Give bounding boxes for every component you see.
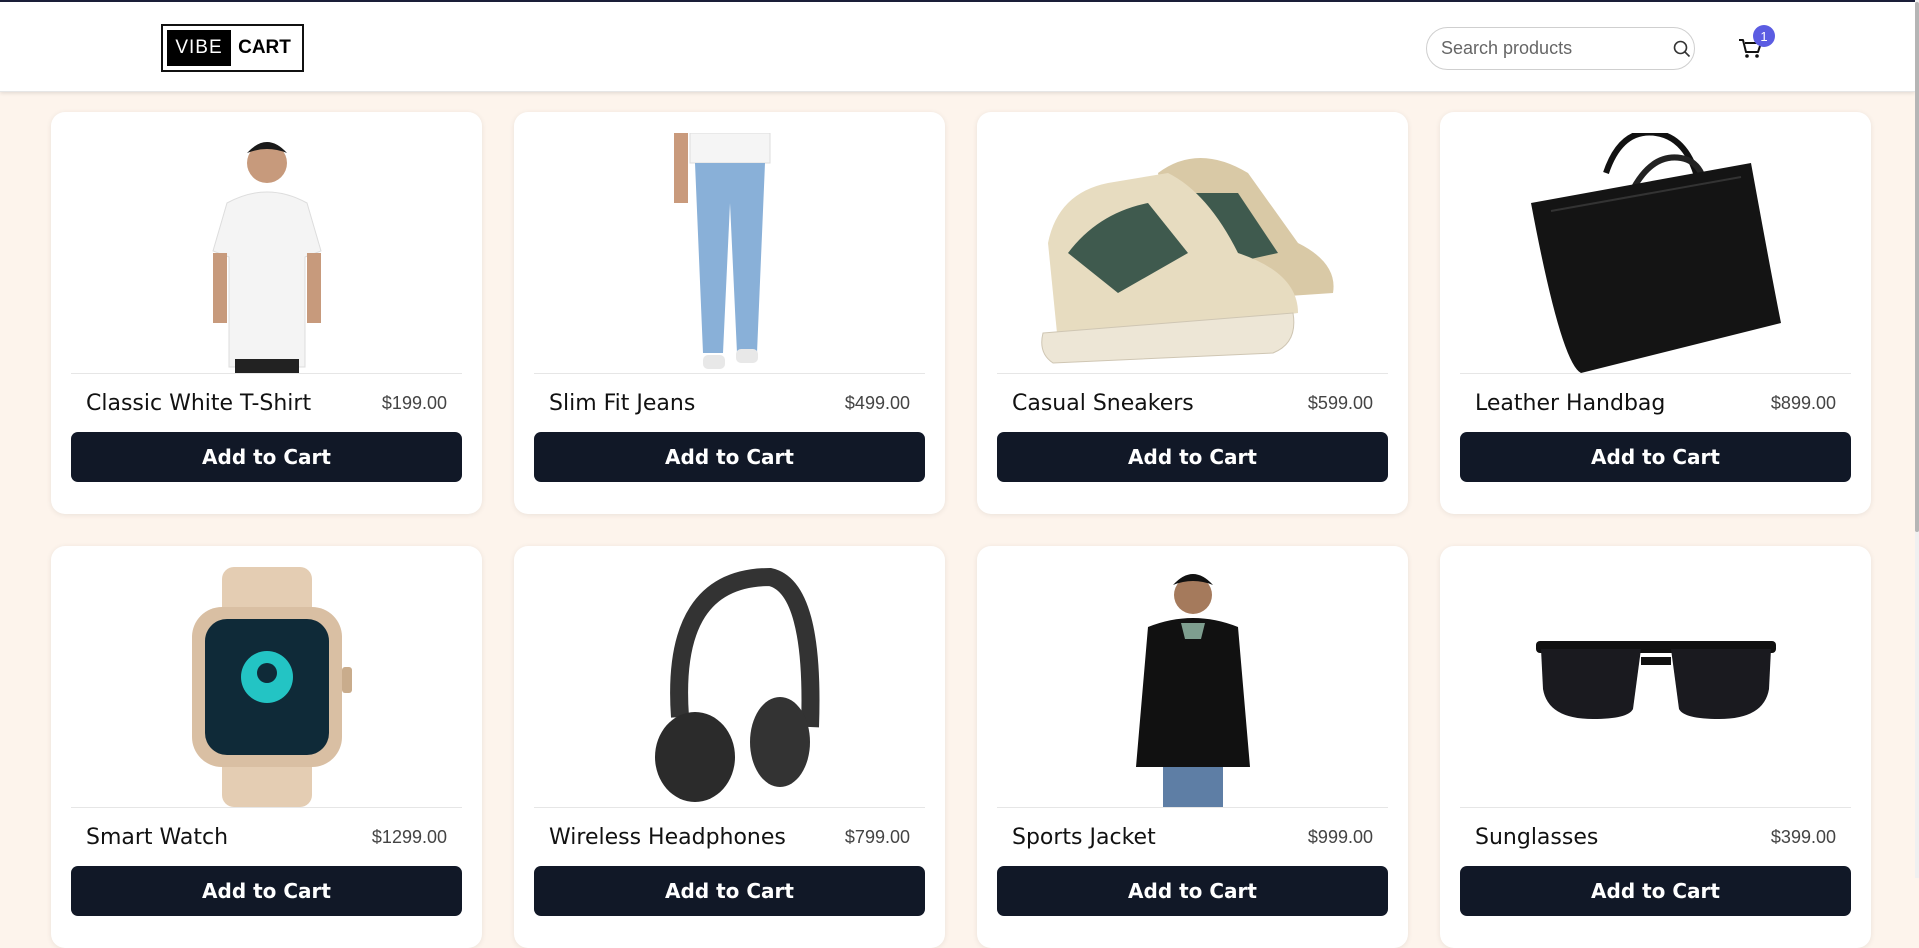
- product-card: Classic White T-Shirt $199.00 Add to Car…: [51, 112, 482, 514]
- product-card: Smart Watch $1299.00 Add to Cart: [51, 546, 482, 948]
- add-to-cart-button[interactable]: Add to Cart: [534, 866, 925, 916]
- product-name: Sunglasses: [1475, 824, 1599, 850]
- product-card: Sports Jacket $999.00 Add to Cart: [977, 546, 1408, 948]
- logo[interactable]: VIBE CART: [161, 24, 304, 72]
- product-image[interactable]: [534, 132, 925, 374]
- scrollbar-thumb[interactable]: [1915, 2, 1919, 532]
- product-card: Sunglasses $399.00 Add to Cart: [1440, 546, 1871, 948]
- product-image[interactable]: [1460, 566, 1851, 808]
- scrollbar[interactable]: [1915, 0, 1919, 878]
- product-card: Slim Fit Jeans $499.00 Add to Cart: [514, 112, 945, 514]
- product-image[interactable]: [1460, 132, 1851, 374]
- add-to-cart-button[interactable]: Add to Cart: [997, 866, 1388, 916]
- add-to-cart-button[interactable]: Add to Cart: [71, 866, 462, 916]
- white-tshirt-model-image: [211, 141, 322, 373]
- product-image[interactable]: [71, 566, 462, 808]
- search-input[interactable]: [1441, 38, 1673, 59]
- black-headphones-image: [654, 567, 819, 802]
- search-icon[interactable]: [1673, 38, 1691, 60]
- product-price: $399.00: [1770, 826, 1836, 847]
- product-card: Leather Handbag $899.00 Add to Cart: [1440, 112, 1871, 514]
- add-to-cart-button[interactable]: Add to Cart: [997, 432, 1388, 482]
- product-price: $1299.00: [371, 826, 447, 847]
- green-beige-sneakers-image: [1040, 157, 1334, 364]
- beige-smartwatch-image: [191, 566, 352, 807]
- product-name: Wireless Headphones: [549, 824, 786, 850]
- product-grid: Classic White T-Shirt $199.00 Add to Car…: [51, 112, 1871, 948]
- product-name: Smart Watch: [86, 824, 229, 850]
- logo-vibe-text: VIBE: [167, 30, 231, 66]
- blue-jeans-model-image: [673, 132, 770, 369]
- site-header: VIBE CART: [0, 2, 1915, 92]
- black-zip-jacket-model-image: [1135, 573, 1250, 807]
- product-image[interactable]: [997, 566, 1388, 808]
- product-image[interactable]: [534, 566, 925, 808]
- product-name: Casual Sneakers: [1012, 390, 1194, 416]
- cart-count-badge: 1: [1753, 25, 1775, 47]
- product-card: Casual Sneakers $599.00 Add to Cart: [977, 112, 1408, 514]
- add-to-cart-button[interactable]: Add to Cart: [534, 432, 925, 482]
- product-price: $799.00: [844, 826, 910, 847]
- product-card: Wireless Headphones $799.00 Add to Cart: [514, 546, 945, 948]
- product-price: $199.00: [381, 392, 447, 413]
- add-to-cart-button[interactable]: Add to Cart: [1460, 432, 1851, 482]
- product-name: Sports Jacket: [1012, 824, 1156, 850]
- product-price: $899.00: [1770, 392, 1836, 413]
- logo-cart-text: CART: [238, 37, 291, 58]
- product-name: Leather Handbag: [1475, 390, 1666, 416]
- product-name: Slim Fit Jeans: [549, 390, 696, 416]
- product-name: Classic White T-Shirt: [86, 390, 312, 416]
- product-price: $999.00: [1307, 826, 1373, 847]
- product-price: $499.00: [844, 392, 910, 413]
- add-to-cart-button[interactable]: Add to Cart: [71, 432, 462, 482]
- search-box: [1426, 27, 1695, 70]
- product-price: $599.00: [1307, 392, 1373, 413]
- product-image[interactable]: [71, 132, 462, 374]
- add-to-cart-button[interactable]: Add to Cart: [1460, 866, 1851, 916]
- black-leather-tote-image: [1530, 132, 1781, 373]
- product-image[interactable]: [997, 132, 1388, 374]
- black-sunglasses-image: [1535, 640, 1776, 719]
